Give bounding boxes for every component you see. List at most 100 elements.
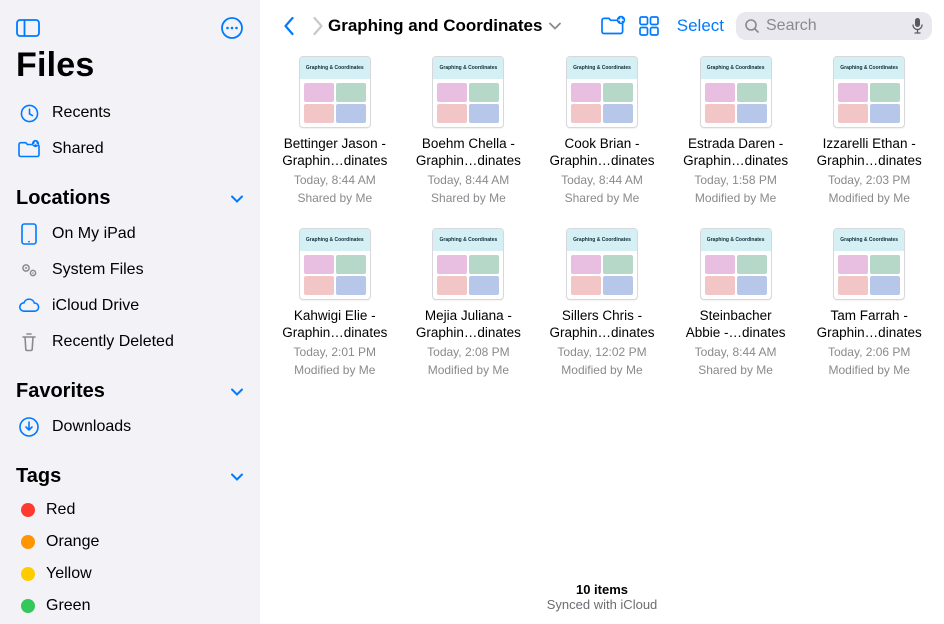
file-status: Shared by Me	[297, 190, 372, 206]
sidebar-item-label: Red	[46, 501, 75, 519]
view-mode-button[interactable]	[633, 12, 665, 40]
sidebar: Files Recents Shared Locations On My iPa…	[0, 0, 260, 624]
sidebar-group-tags: Red Orange Yellow Green Blue	[0, 492, 260, 624]
section-label: Favorites	[16, 380, 105, 403]
file-timestamp: Today, 12:02 PM	[557, 344, 646, 360]
sidebar-item-on-my-ipad[interactable]: On My iPad	[0, 216, 260, 252]
file-item[interactable]: Graphing & CoordinatesBettinger Jason -G…	[272, 56, 398, 206]
sidebar-item-shared[interactable]: Shared	[0, 131, 260, 167]
file-timestamp: Today, 2:08 PM	[427, 344, 510, 360]
cloud-icon	[16, 295, 42, 317]
file-name: Mejia Juliana -Graphin…dinates	[416, 308, 521, 342]
file-timestamp: Today, 8:44 AM	[427, 172, 509, 188]
select-button[interactable]: Select	[669, 16, 732, 36]
tag-dot-icon	[21, 599, 35, 613]
file-status: Shared by Me	[431, 190, 506, 206]
sidebar-item-label: Orange	[46, 533, 99, 551]
sidebar-item-recents[interactable]: Recents	[0, 95, 260, 131]
sidebar-item-recently-deleted[interactable]: Recently Deleted	[0, 324, 260, 360]
sidebar-tag-orange[interactable]: Orange	[0, 526, 260, 558]
file-timestamp: Today, 8:44 AM	[294, 172, 376, 188]
gears-icon	[16, 259, 42, 281]
tag-dot-icon	[21, 535, 35, 549]
sidebar-header-locations[interactable]: Locations	[0, 173, 260, 214]
new-folder-button[interactable]	[597, 12, 629, 40]
file-item[interactable]: Graphing & CoordinatesBoehm Chella -Grap…	[406, 56, 532, 206]
file-status: Modified by Me	[561, 362, 642, 378]
file-item[interactable]: Graphing & Coordinates SteinbacherAbbie -…	[673, 228, 799, 378]
file-timestamp: Today, 2:06 PM	[828, 344, 911, 360]
file-status: Modified by Me	[695, 190, 776, 206]
file-item[interactable]: Graphing & CoordinatesTam Farrah -Graphi…	[806, 228, 932, 378]
file-thumbnail: Graphing & Coordinates	[700, 228, 772, 300]
sidebar-tag-yellow[interactable]: Yellow	[0, 558, 260, 590]
back-button[interactable]	[272, 12, 304, 40]
file-name: Estrada Daren -Graphin…dinates	[683, 136, 788, 170]
more-options-button[interactable]	[218, 14, 246, 42]
sidebar-item-label: Green	[46, 597, 90, 615]
search-placeholder: Search	[766, 17, 905, 35]
file-thumbnail: Graphing & Coordinates	[566, 228, 638, 300]
file-timestamp: Today, 8:44 AM	[561, 172, 643, 188]
breadcrumb-button[interactable]: Graphing and Coordinates	[328, 16, 562, 36]
sidebar-tag-green[interactable]: Green	[0, 590, 260, 622]
file-name: Izzarelli Ethan -Graphin…dinates	[817, 136, 922, 170]
file-status: Modified by Me	[829, 362, 910, 378]
sidebar-tag-red[interactable]: Red	[0, 494, 260, 526]
sidebar-item-label: Recents	[52, 104, 111, 122]
trash-icon	[16, 331, 42, 353]
sidebar-item-system-files[interactable]: System Files	[0, 252, 260, 288]
sidebar-item-label: Recently Deleted	[52, 333, 174, 351]
chevron-down-icon	[228, 383, 246, 401]
file-item[interactable]: Graphing & Coordinates Kahwigi Elie -Grap…	[272, 228, 398, 378]
dictation-icon[interactable]	[911, 17, 924, 35]
sidebar-item-label: Yellow	[46, 565, 92, 583]
file-name: Sillers Chris -Graphin…dinates	[549, 308, 654, 342]
file-status: Modified by Me	[294, 362, 375, 378]
file-name: Tam Farrah -Graphin…dinates	[817, 308, 922, 342]
file-name: Kahwigi Elie -Graphin…dinates	[282, 308, 387, 342]
file-thumbnail: Graphing & Coordinates	[566, 56, 638, 128]
status-footer: 10 items Synced with iCloud	[260, 574, 944, 624]
toolbar: Graphing and Coordinates Select Search	[260, 0, 944, 46]
file-item[interactable]: Graphing & Coordinates Estrada Daren -Gra…	[673, 56, 799, 206]
shared-folder-icon	[16, 138, 42, 160]
file-item[interactable]: Graphing & Coordinates Mejia Juliana -Gra…	[406, 228, 532, 378]
file-timestamp: Today, 8:44 AM	[695, 344, 777, 360]
file-thumbnail: Graphing & Coordinates	[700, 56, 772, 128]
file-status: Shared by Me	[698, 362, 773, 378]
search-input[interactable]: Search	[736, 12, 932, 40]
breadcrumb-label: Graphing and Coordinates	[328, 16, 542, 36]
file-item[interactable]: Graphing & Coordinates Izzarelli Ethan -G…	[806, 56, 932, 206]
file-thumbnail: Graphing & Coordinates	[299, 228, 371, 300]
chevron-down-icon	[228, 468, 246, 486]
sidebar-group-locations: On My iPad System Files iCloud Drive Rec…	[0, 214, 260, 366]
file-timestamp: Today, 2:01 PM	[294, 344, 377, 360]
file-thumbnail: Graphing & Coordinates	[432, 56, 504, 128]
section-label: Tags	[16, 465, 61, 488]
sidebar-header-favorites[interactable]: Favorites	[0, 366, 260, 407]
main-content: Graphing and Coordinates Select Search G…	[260, 0, 944, 624]
file-thumbnail: Graphing & Coordinates	[432, 228, 504, 300]
sidebar-group-favorites: Downloads	[0, 407, 260, 451]
chevron-down-icon	[228, 190, 246, 208]
forward-button[interactable]	[308, 12, 328, 40]
file-timestamp: Today, 1:58 PM	[694, 172, 777, 188]
sidebar-toggle-button[interactable]	[14, 14, 42, 42]
sidebar-item-icloud-drive[interactable]: iCloud Drive	[0, 288, 260, 324]
file-thumbnail: Graphing & Coordinates	[833, 56, 905, 128]
file-timestamp: Today, 2:03 PM	[828, 172, 911, 188]
file-item[interactable]: Graphing & Coordinates Sillers Chris -Gra…	[539, 228, 665, 378]
file-name: SteinbacherAbbie -…dinates	[686, 308, 786, 342]
sidebar-header-tags[interactable]: Tags	[0, 451, 260, 492]
file-item[interactable]: Graphing & CoordinatesCook Brian -Graphi…	[539, 56, 665, 206]
sidebar-item-downloads[interactable]: Downloads	[0, 409, 260, 445]
file-thumbnail: Graphing & Coordinates	[299, 56, 371, 128]
sidebar-title: Files	[0, 46, 260, 93]
file-status: Modified by Me	[829, 190, 910, 206]
sidebar-item-label: iCloud Drive	[52, 297, 139, 315]
file-status: Shared by Me	[565, 190, 640, 206]
tag-dot-icon	[21, 567, 35, 581]
ipad-icon	[16, 223, 42, 245]
item-count: 10 items	[260, 582, 944, 597]
